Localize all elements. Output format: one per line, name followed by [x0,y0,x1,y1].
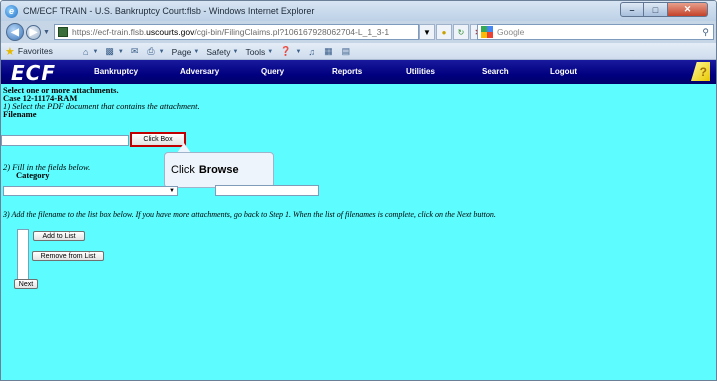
command-bar: ★ Favorites ⌂ ▼ ▩ ▼ ✉ ⎙ ▼ Page ▼ Safety ▼ Too… [1,43,716,60]
address-bar[interactable]: https://ecf-train.flsb.uscourts.gov/cgi-… [54,24,419,40]
acrobat-button[interactable]: ▦ [324,46,335,57]
nav-logout[interactable]: Logout [550,67,577,76]
mail-icon: ✉ [130,46,139,56]
research-button[interactable]: ♫ [308,47,317,57]
filename-input[interactable] [1,135,129,146]
command-items: ⌂ ▼ ▩ ▼ ✉ ⎙ ▼ Page ▼ Safety ▼ Tools ▼ ❓ ▼ ♫ ▦ ▤ [83,43,359,60]
instruction-callout: Click Browse [164,152,274,188]
print-button[interactable]: ⎙ ▼ [147,46,164,57]
favorites-label: Favorites [17,46,53,56]
browser-window: e CM/ECF TRAIN - U.S. Bankruptcy Court:f… [0,0,717,381]
printer-icon: ⎙ [147,46,155,56]
tools-menu-label: Tools [245,46,266,57]
back-button[interactable]: ◀ [6,23,24,41]
internet-explorer-icon: e [5,4,18,18]
attachment-list-box[interactable] [17,229,29,280]
research-icon: ♫ [308,46,316,57]
address-dropdown-icon[interactable]: ▼ [419,24,435,40]
chevron-down-icon: ▼ [169,188,175,194]
help-menu[interactable]: ❓ ▼ [280,46,301,57]
ecf-page: ECF Bankruptcy Adversary Query Reports U… [1,60,716,380]
star-icon: ★ [5,45,15,58]
search-box[interactable]: Google ⚲ [477,24,714,40]
address-row: ◀ ▶ ▼ https://ecf-train.flsb.uscourts.go… [1,21,716,43]
ecf-nav-bar: ECF Bankruptcy Adversary Query Reports U… [1,60,716,85]
chevron-down-icon: ▼ [295,48,302,55]
search-input[interactable]: Google [497,27,524,37]
add-to-list-button[interactable]: Add to List [33,231,85,241]
note-icon: ▤ [341,46,351,56]
minimize-button[interactable]: – [620,2,644,17]
help-icon[interactable]: ? [691,62,710,81]
callout-emphasis: Browse [198,164,239,176]
feed-icon: ▩ [105,46,114,56]
url-text[interactable]: https://ecf-train.flsb.uscourts.gov/cgi-… [72,27,389,37]
description-input[interactable] [215,185,319,196]
title-bar: e CM/ECF TRAIN - U.S. Bankruptcy Court:f… [1,1,716,21]
google-icon [481,26,493,38]
step3-instruction: 3) Add the filename to the list box belo… [3,210,496,219]
nav-utilities[interactable]: Utilities [406,67,435,76]
nav-reports[interactable]: Reports [332,67,362,76]
home-button[interactable]: ⌂ ▼ [83,47,98,57]
window-controls: – □ ✕ [620,2,708,17]
pdf-icon: ▦ [324,46,333,56]
search-icon[interactable]: ⚲ [702,27,709,38]
callout-prefix: Click [171,164,195,176]
favorites-button[interactable]: ★ Favorites [5,45,53,58]
chevron-down-icon: ▼ [158,48,165,55]
page-menu[interactable]: Page ▼ [172,47,200,57]
refresh-icon[interactable]: ↻ [453,24,469,40]
home-icon: ⌂ [83,46,89,57]
help-circle-icon: ❓ [280,46,292,56]
chevron-down-icon: ▼ [232,48,239,55]
category-select[interactable]: ▼ [3,186,178,196]
ecf-logo[interactable]: ECF [11,61,56,85]
chevron-down-icon: ▼ [92,48,99,55]
maximize-button[interactable]: □ [644,2,668,17]
safety-menu[interactable]: Safety ▼ [206,47,238,57]
category-label: Category [16,170,50,180]
nav-query[interactable]: Query [261,67,284,76]
chevron-down-icon: ▼ [267,48,274,55]
remove-from-list-button[interactable]: Remove from List [32,251,104,261]
filename-label: Filename [3,109,37,119]
onenote-button[interactable]: ▤ [342,46,353,57]
page-menu-label: Page [171,46,192,57]
tools-menu[interactable]: Tools ▼ [245,47,273,57]
window-title: CM/ECF TRAIN - U.S. Bankruptcy Court:fls… [23,6,315,16]
nav-adversary[interactable]: Adversary [180,67,219,76]
site-favicon-icon [58,27,68,37]
forward-button[interactable]: ▶ [26,24,41,40]
recent-pages-dropdown-icon[interactable]: ▼ [43,29,50,36]
next-button[interactable]: Next [14,279,38,289]
mail-button[interactable]: ✉ [131,46,141,57]
close-button[interactable]: ✕ [668,2,708,17]
lock-icon[interactable]: ● [436,24,452,40]
feeds-button[interactable]: ▩ ▼ [105,46,123,57]
nav-search[interactable]: Search [482,67,509,76]
chevron-down-icon: ▼ [117,48,124,55]
safety-menu-label: Safety [206,46,231,57]
nav-bankruptcy[interactable]: Bankruptcy [94,67,138,76]
chevron-down-icon: ▼ [193,48,200,55]
